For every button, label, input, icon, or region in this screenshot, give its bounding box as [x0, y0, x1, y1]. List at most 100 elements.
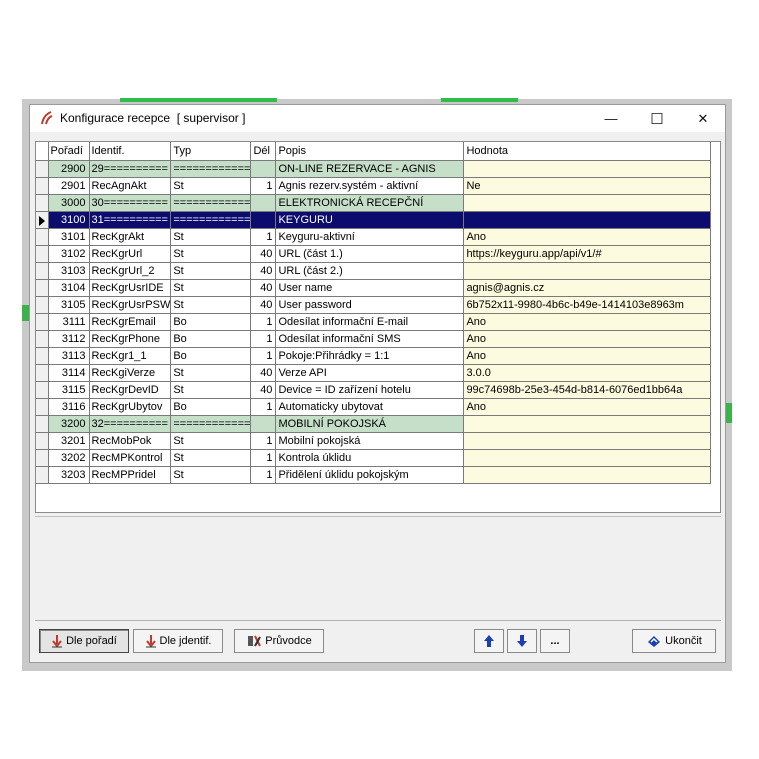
table-row[interactable]: 3113 RecKgr1_1 Bo 1 Pokoje:Přihrádky = 1:1 An…: [36, 347, 712, 365]
cell-value[interactable]: Ano: [463, 330, 712, 348]
cell-value[interactable]: [463, 449, 712, 467]
move-down-button[interactable]: [507, 629, 537, 653]
column-header-value[interactable]: Hodnota: [463, 142, 712, 161]
cell-value[interactable]: 99c74698b-25e3-454d-b814-6076ed1bb64a: [463, 381, 712, 399]
cell-value[interactable]: 3.0.0: [463, 364, 712, 382]
row-indicator: [36, 330, 49, 348]
cell-value[interactable]: https://keyguru.app/api/v1/#: [463, 245, 712, 263]
cell-type: ============: [170, 415, 252, 433]
table-row[interactable]: 3115 RecKgrDevID St 40 Device = ID zařízení …: [36, 381, 712, 399]
maximize-button[interactable]: ☐: [634, 105, 680, 132]
more-options-button[interactable]: ...: [540, 629, 570, 653]
config-window: Konfigurace recepce [ supervisor ] — ☐ ✕…: [29, 104, 726, 663]
cell-length: [250, 160, 277, 178]
row-indicator: [36, 313, 49, 331]
cell-description: Device = ID zařízení hotelu: [275, 381, 465, 399]
cell-type: ============: [170, 211, 252, 229]
row-indicator: [36, 245, 49, 263]
cell-value[interactable]: [463, 194, 712, 212]
table-row[interactable]: 3103 RecKgrUrl_2 St 40 URL (část 2.): [36, 262, 712, 280]
cell-value[interactable]: agnis@agnis.cz: [463, 279, 712, 297]
cell-value[interactable]: [463, 466, 712, 484]
table-row[interactable]: 3105 RecKgrUsrPSW St 40 User password 6b752x1…: [36, 296, 712, 314]
cell-length: 40: [250, 364, 277, 382]
cell-description: Keyguru-aktivní: [275, 228, 465, 246]
exit-button[interactable]: Ukončit: [632, 629, 716, 653]
cell-ident: RecKgiVerze: [89, 364, 172, 382]
cell-ident: RecKgrUrl_2: [89, 262, 172, 280]
table-group-row[interactable]: 2900 29========== ============ ON-LINE REZE…: [36, 160, 712, 178]
background-edge: [726, 403, 732, 423]
cell-ident: RecMobPok: [89, 432, 172, 450]
table-row[interactable]: 3116 RecKgrUbytov Bo 1 Automaticky ubytovat A…: [36, 398, 712, 416]
wizard-button[interactable]: Průvodce: [234, 629, 324, 653]
row-indicator: [36, 398, 49, 416]
table-row[interactable]: 3114 RecKgiVerze St 40 Verze API 3.0.0: [36, 364, 712, 382]
table-row[interactable]: 3203 RecMPPridel St 1 Přidělení úklidu pokoj…: [36, 466, 712, 484]
sort-by-order-button[interactable]: Dle pořadí: [39, 629, 129, 653]
column-header-order[interactable]: Pořadí: [48, 142, 90, 161]
cell-value[interactable]: [463, 415, 712, 433]
column-header-type[interactable]: Typ: [170, 142, 252, 161]
app-logo-icon: [41, 111, 53, 125]
cell-order: 3201: [48, 432, 90, 450]
cell-value[interactable]: Ano: [463, 228, 712, 246]
cell-description: MOBILNÍ POKOJSKÁ: [275, 415, 465, 433]
cell-value[interactable]: [463, 262, 712, 280]
background-tab: [441, 98, 518, 102]
table-row[interactable]: 3201 RecMobPok St 1 Mobilní pokojská: [36, 432, 712, 450]
background-edge: [22, 305, 29, 321]
row-indicator: [36, 449, 49, 467]
cell-type: ============: [170, 160, 252, 178]
sort-down-arrow-icon: [145, 635, 156, 648]
cell-type: St: [170, 381, 252, 399]
wizard-tools-icon: [248, 635, 262, 647]
config-grid[interactable]: Pořadí Identif. Typ Dél Popis Hodnota 29…: [35, 141, 721, 513]
cell-value[interactable]: [463, 160, 712, 178]
cell-order: 2901: [48, 177, 90, 195]
arrow-up-icon: [484, 635, 494, 647]
table-row[interactable]: 3202 RecMPKontrol St 1 Kontrola úklidu: [36, 449, 712, 467]
column-header-ident[interactable]: Identif.: [89, 142, 172, 161]
row-indicator: [36, 194, 49, 212]
column-header-description[interactable]: Popis: [275, 142, 465, 161]
cell-type: Bo: [170, 330, 252, 348]
cell-value[interactable]: Ne: [463, 177, 712, 195]
cell-description: Verze API: [275, 364, 465, 382]
row-indicator: [36, 228, 49, 246]
minimize-button[interactable]: —: [588, 105, 634, 132]
cell-value[interactable]: 6b752x11-9980-4b6c-b49e-1414103e8963m: [463, 296, 712, 314]
cell-description: ELEKTRONICKÁ RECEPČNÍ: [275, 194, 465, 212]
cell-value[interactable]: Ano: [463, 398, 712, 416]
table-row[interactable]: 3101 RecKgrAkt St 1 Keyguru-aktivní Ano: [36, 228, 712, 246]
close-button[interactable]: ✕: [680, 105, 726, 132]
cell-length: 1: [250, 177, 277, 195]
table-row[interactable]: 2901 RecAgnAkt St 1 Agnis rezerv.systém - ak…: [36, 177, 712, 195]
cell-order: 3202: [48, 449, 90, 467]
cell-description: Agnis rezerv.systém - aktivní: [275, 177, 465, 195]
config-table: Pořadí Identif. Typ Dél Popis Hodnota 29…: [36, 142, 712, 484]
cell-length: 40: [250, 381, 277, 399]
table-row[interactable]: 3111 RecKgrEmail Bo 1 Odesílat informační E-…: [36, 313, 712, 331]
column-header-length[interactable]: Dél: [250, 142, 277, 161]
table-row[interactable]: 3104 RecKgrUsrIDE St 40 User name agnis@agnis…: [36, 279, 712, 297]
cell-value[interactable]: Ano: [463, 347, 712, 365]
table-group-row[interactable]: 3200 32========== ============ MOBILNÍ POKO…: [36, 415, 712, 433]
cell-value[interactable]: Ano: [463, 313, 712, 331]
sort-by-ident-label: Dle jdentif.: [159, 635, 212, 647]
cell-description: Mobilní pokojská: [275, 432, 465, 450]
cell-value[interactable]: [463, 432, 712, 450]
sort-by-ident-button[interactable]: Dle jdentif.: [133, 629, 223, 653]
move-up-button[interactable]: [474, 629, 504, 653]
cell-order: 3103: [48, 262, 90, 280]
cell-order: 3116: [48, 398, 90, 416]
window-title: Konfigurace recepce [ supervisor ]: [60, 111, 246, 125]
table-group-row[interactable]: 3000 30========== ============ ELEKTRONICKÁ…: [36, 194, 712, 212]
table-row[interactable]: 3112 RecKgrPhone Bo 1 Odesílat informační SM…: [36, 330, 712, 348]
cell-value[interactable]: [463, 211, 712, 229]
cell-type: St: [170, 466, 252, 484]
table-row[interactable]: 3102 RecKgrUrl St 40 URL (část 1.) https://ke…: [36, 245, 712, 263]
table-group-row[interactable]: 3100 31========== ============ KEYGURU: [36, 211, 712, 229]
cell-description: URL (část 2.): [275, 262, 465, 280]
cell-length: 1: [250, 449, 277, 467]
